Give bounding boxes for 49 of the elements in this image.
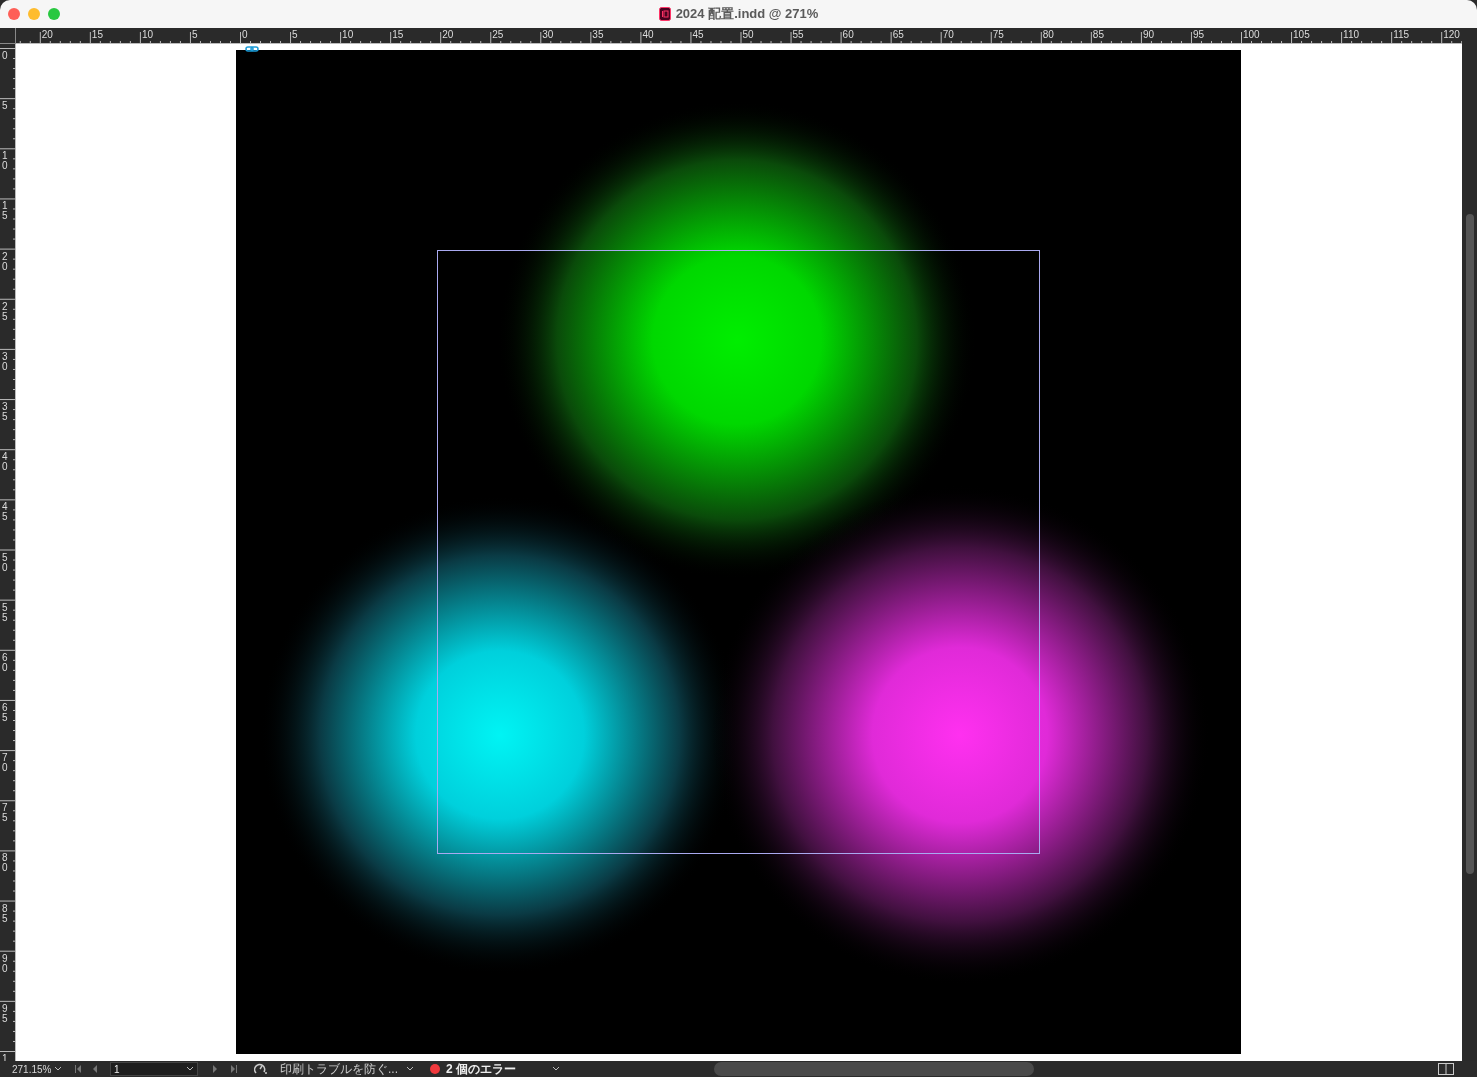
chevron-down-icon[interactable]	[406, 1066, 414, 1072]
ruler-label: 65	[892, 29, 905, 40]
horizontal-scrollbar[interactable]	[714, 1062, 1034, 1076]
ruler-label: 75	[992, 29, 1005, 40]
ruler-label: 80	[1042, 29, 1055, 40]
ruler-label: 55	[792, 29, 805, 40]
ruler-label: 115	[1393, 29, 1411, 40]
ruler-label: 25	[492, 29, 505, 40]
preflight-icon[interactable]	[254, 1063, 268, 1075]
page-number-field[interactable]: 1	[110, 1062, 198, 1076]
ruler-label: 40	[642, 29, 655, 40]
ruler-label: 110	[1343, 29, 1361, 40]
chevron-down-icon[interactable]	[186, 1066, 194, 1072]
error-count[interactable]: 2 個のエラー	[446, 1060, 546, 1077]
ruler-label: 95	[1192, 29, 1206, 40]
first-page-icon[interactable]	[74, 1065, 82, 1073]
ruler-label: 20	[41, 29, 54, 40]
ruler-label: 120	[1443, 29, 1461, 40]
ruler-label: 0	[242, 29, 249, 40]
ruler-label: 85	[1092, 29, 1105, 40]
ruler-label: 20	[442, 29, 455, 40]
chevron-down-icon[interactable]	[54, 1066, 62, 1072]
ruler-label: 50	[742, 29, 755, 40]
ruler-label: 15	[91, 29, 104, 40]
frame-outline[interactable]	[437, 250, 1040, 854]
close-button[interactable]	[8, 8, 20, 20]
next-page-icon[interactable]	[212, 1065, 218, 1073]
ruler-label: 70	[942, 29, 955, 40]
last-page-icon[interactable]	[230, 1065, 238, 1073]
ruler-label: 10	[141, 29, 154, 40]
ruler-label: 10	[342, 29, 355, 40]
document-icon	[658, 7, 671, 21]
chevron-down-icon[interactable]	[552, 1066, 560, 1072]
zoom-button[interactable]	[48, 8, 60, 20]
ruler-label: 105	[1293, 29, 1311, 40]
window-title: 2024 配置.indd @ 271%	[675, 5, 819, 24]
ruler-label: 45	[692, 29, 705, 40]
link-icon[interactable]	[245, 46, 259, 52]
ruler-label: 100	[1243, 29, 1261, 40]
ruler-label: 15	[392, 29, 405, 40]
ruler-label: 5	[292, 29, 299, 40]
ruler-label: 5	[191, 29, 199, 40]
previous-page-icon[interactable]	[92, 1065, 98, 1073]
ruler-label: 35	[592, 29, 605, 40]
split-view-icon[interactable]	[1438, 1063, 1454, 1075]
ruler-label: 30	[542, 29, 555, 40]
ruler-label: 90	[1142, 29, 1155, 40]
ruler-label: 60	[842, 29, 855, 40]
preflight-profile[interactable]: 印刷トラブルを防ぐ...	[280, 1062, 400, 1076]
